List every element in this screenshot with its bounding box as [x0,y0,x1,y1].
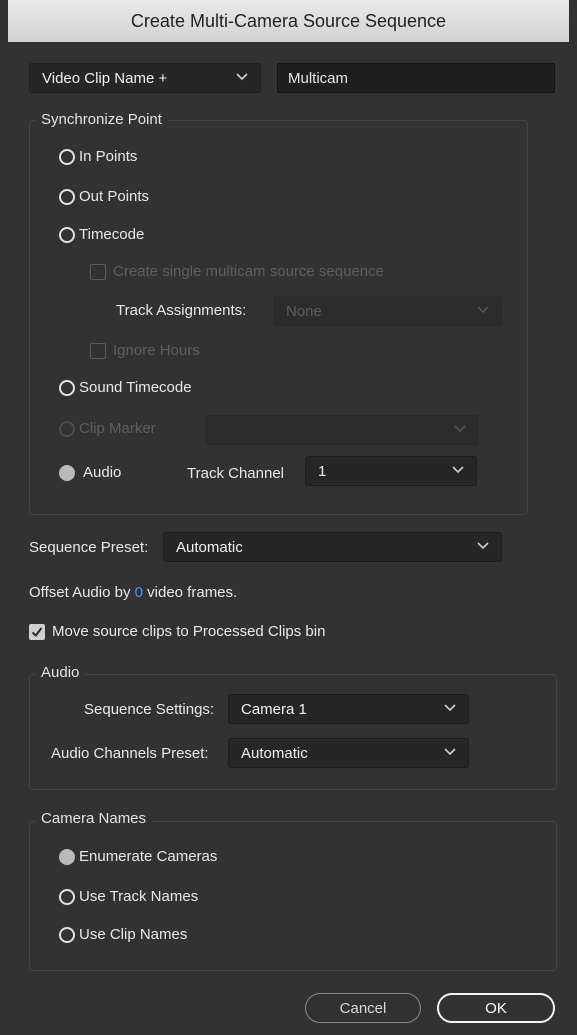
offset-audio-row: Offset Audio by 0 video frames. [29,584,237,601]
offset-audio-suffix: video frames. [147,584,238,601]
radio-audio[interactable]: Audio [59,464,121,481]
audio-group-legend: Audio [35,664,86,681]
offset-audio-prefix: Offset Audio by [29,584,131,601]
radio-label: In Points [79,148,138,165]
radio-circle[interactable] [59,848,75,865]
chevron-down-icon [452,466,464,474]
radio-timecode[interactable]: Timecode [59,226,144,243]
chevron-down-icon [444,748,456,756]
sequence-settings-dropdown[interactable]: Camera 1 [228,694,469,724]
checkbox-label: Ignore Hours [113,342,200,359]
radio-clip-marker[interactable]: Clip Marker [59,420,156,437]
radio-use-clip-names[interactable]: Use Clip Names [59,926,187,943]
sequence-preset-value: Automatic [176,538,243,556]
track-assignments-dropdown[interactable]: None [273,296,502,326]
radio-enumerate-cameras[interactable]: Enumerate Cameras [59,848,217,865]
audio-group [29,674,557,790]
radio-circle[interactable] [59,148,75,165]
chevron-down-icon [477,306,489,314]
track-channel-label: Track Channel [187,465,284,482]
clip-naming-dropdown[interactable]: Video Clip Name + [29,63,261,93]
create-single-sequence-checkbox[interactable]: Create single multicam source sequence [90,263,384,280]
sequence-preset-dropdown[interactable]: Automatic [163,532,502,562]
radio-circle[interactable] [59,888,75,905]
dialog-title: Create Multi-Camera Source Sequence [8,0,569,43]
radio-label: Sound Timecode [79,379,192,396]
radio-label: Timecode [79,226,145,243]
radio-label: Audio [83,464,122,481]
radio-circle[interactable] [59,420,75,437]
clip-naming-value: Video Clip Name + [42,69,168,87]
track-assignments-label: Track Assignments: [116,302,247,319]
track-channel-value: 1 [318,462,327,480]
synchronize-point-legend: Synchronize Point [35,111,168,128]
sequence-name-input[interactable]: Multicam [277,63,555,93]
audio-channels-preset-label: Audio Channels Preset: [51,745,209,762]
sequence-settings-label: Sequence Settings: [84,701,215,718]
sequence-name-value: Multicam [288,69,349,87]
checkbox-label: Create single multicam source sequence [113,263,384,280]
radio-use-track-names[interactable]: Use Track Names [59,888,198,905]
camera-names-legend: Camera Names [35,810,153,827]
audio-channels-preset-dropdown[interactable]: Automatic [228,738,469,768]
multicam-dialog: Video Clip Name + Multicam Synchronize P… [8,42,569,1035]
offset-audio-frames-value[interactable]: 0 [135,584,143,601]
checkbox-box[interactable] [90,342,106,359]
radio-label: Out Points [79,188,150,205]
radio-circle[interactable] [59,379,75,396]
checkmark-icon [31,626,43,637]
cancel-button[interactable]: Cancel [305,993,421,1023]
chevron-down-icon [444,704,456,712]
radio-circle[interactable] [59,464,75,481]
move-source-clips-checkbox[interactable]: Move source clips to Processed Clips bin [29,623,325,640]
track-channel-dropdown[interactable]: 1 [305,456,477,486]
radio-circle[interactable] [59,226,75,243]
checkbox-label: Move source clips to Processed Clips bin [52,623,326,640]
radio-label: Clip Marker [79,420,156,437]
radio-circle[interactable] [59,926,75,943]
radio-circle[interactable] [59,188,75,205]
radio-label: Enumerate Cameras [79,848,218,865]
chevron-down-icon [477,542,489,550]
radio-label: Use Track Names [79,888,199,905]
checkbox-box[interactable] [29,623,45,640]
sequence-settings-value: Camera 1 [241,700,307,718]
audio-channels-preset-value: Automatic [241,744,308,762]
track-assignments-value: None [286,302,322,320]
ignore-hours-checkbox[interactable]: Ignore Hours [90,342,200,359]
radio-in-points[interactable]: In Points [59,148,137,165]
clip-marker-dropdown[interactable] [206,415,479,445]
checkbox-box[interactable] [90,263,106,280]
radio-label: Use Clip Names [79,926,188,943]
chevron-down-icon [236,73,248,81]
radio-sound-timecode[interactable]: Sound Timecode [59,379,192,396]
sequence-preset-label: Sequence Preset: [29,539,149,556]
ok-button[interactable]: OK [437,993,555,1023]
radio-out-points[interactable]: Out Points [59,188,149,205]
chevron-down-icon [454,425,466,433]
